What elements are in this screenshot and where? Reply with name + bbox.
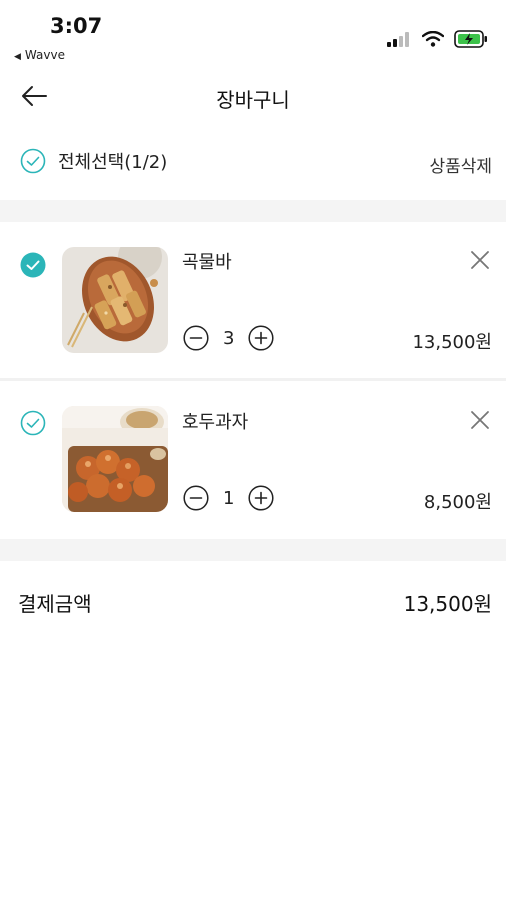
remove-item-button[interactable] <box>468 408 494 434</box>
delete-products-button[interactable]: 상품삭제 <box>429 152 492 177</box>
quantity-value: 3 <box>223 327 235 349</box>
status-icons <box>386 30 488 48</box>
item-price: 8,500원 <box>423 492 492 513</box>
plus-circle-icon <box>248 485 275 511</box>
quantity-stepper: 1 <box>183 485 275 511</box>
quantity-value: 1 <box>223 487 235 509</box>
product-image-walnut-cookie[interactable] <box>62 406 168 512</box>
check-circle-filled-icon <box>20 252 46 278</box>
increase-quantity-button[interactable] <box>248 325 275 351</box>
select-all-checkbox[interactable]: 전체선택(1/2) <box>20 148 167 174</box>
payment-label: 결제금액 <box>18 592 92 616</box>
payment-amount: 13,500원 <box>403 592 492 616</box>
remove-item-button[interactable] <box>468 248 494 274</box>
decrease-quantity-button[interactable] <box>183 485 209 511</box>
wifi-icon <box>422 31 444 47</box>
decrease-quantity-button[interactable] <box>183 325 209 351</box>
status-time: 3:07 <box>50 14 103 38</box>
product-name[interactable]: 곡물바 <box>182 248 232 274</box>
signal-icon <box>387 32 409 47</box>
page-title: 장바구니 <box>216 88 290 112</box>
section-divider <box>0 200 506 222</box>
product-image-grain-bar[interactable] <box>62 247 168 353</box>
close-icon <box>471 411 489 429</box>
back-app-label: Wavve <box>24 48 65 62</box>
item-checkbox-unchecked[interactable] <box>20 410 46 436</box>
item-checkbox-checked[interactable] <box>20 252 46 278</box>
section-divider <box>0 539 506 561</box>
increase-quantity-button[interactable] <box>248 485 275 511</box>
back-triangle-icon: ◀ <box>14 52 21 62</box>
battery-charging-icon <box>454 30 487 48</box>
close-icon <box>471 251 489 269</box>
check-circle-outline-icon <box>20 410 46 436</box>
plus-circle-icon <box>248 325 275 351</box>
quantity-stepper: 3 <box>183 325 275 351</box>
select-all-label: 전체선택(1/2) <box>58 152 168 173</box>
item-price: 13,500원 <box>412 332 492 353</box>
cart-item: 곡물바 3 13,500원 <box>0 222 506 378</box>
product-name[interactable]: 호두과자 <box>182 408 248 434</box>
cart-item: 호두과자 1 8,500원 <box>0 381 506 539</box>
check-circle-outline-icon <box>20 148 46 174</box>
back-to-app-link[interactable]: ◀ Wavve <box>14 48 65 62</box>
minus-circle-icon <box>183 485 209 511</box>
minus-circle-icon <box>183 325 209 351</box>
